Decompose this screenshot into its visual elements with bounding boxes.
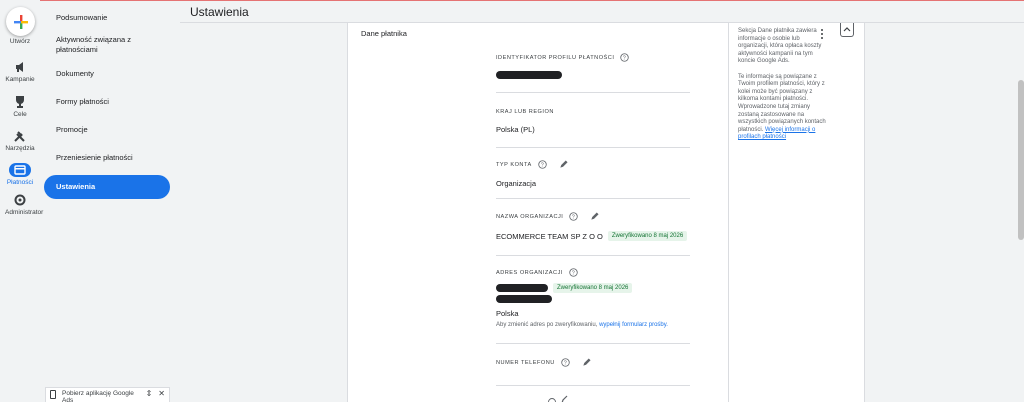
field-country: Kraj lub region Polska (PL) [496, 109, 692, 134]
gear-icon [14, 194, 26, 206]
trophy-icon [16, 96, 24, 108]
rail-item-admin[interactable]: Administrator [0, 193, 43, 217]
edit-icon[interactable] [582, 358, 591, 367]
address-country-value: Polska [496, 309, 519, 318]
field-divider [496, 343, 690, 344]
help-icon[interactable]: ? [538, 160, 547, 169]
address-change-note: Aby zmienić adres po zweryfikowaniu, wyp… [496, 322, 668, 328]
app-download-banner[interactable]: Pobierz aplikację Google Ads ⇕ ✕ [45, 387, 170, 402]
edit-icon[interactable] [559, 160, 568, 169]
field-divider [496, 255, 690, 256]
chevron-up-icon [843, 27, 851, 32]
card-title: Dane płatnika [361, 29, 407, 38]
payer-details-card: Dane płatnika Identyfikator profilu płat… [347, 23, 865, 402]
account-type-value: Organizacja [496, 179, 537, 188]
expand-toggle-icon[interactable]: ⇕ [146, 390, 153, 398]
nav-item-activity[interactable]: Aktywność związana z płatnościami [44, 35, 170, 55]
svg-text:?: ? [572, 215, 575, 221]
redacted-profile-id [496, 71, 562, 79]
nav-item-transfer[interactable]: Przeniesienie płatności [44, 153, 170, 163]
svg-text:?: ? [572, 271, 575, 277]
rail-item-goals[interactable]: Cele [0, 95, 40, 119]
redacted-address-line [496, 284, 548, 292]
payment-card-icon [9, 163, 31, 177]
verified-badge: Zweryfikowano 8 maj 2026 [553, 283, 633, 293]
help-icon[interactable]: ? [569, 212, 579, 221]
svg-text:?: ? [623, 56, 626, 62]
plus-icon [13, 14, 28, 29]
page-title: Ustawienia [190, 5, 249, 19]
svg-text:?: ? [540, 163, 543, 169]
billing-nav: Podsumowanie Aktywność związana z płatno… [40, 0, 180, 402]
field-profile-id: Identyfikator profilu płatności ? [496, 53, 692, 79]
country-value: Polska (PL) [496, 125, 535, 134]
verified-badge: Zweryfikowano 8 maj 2026 [607, 231, 688, 241]
field-divider [496, 385, 690, 386]
field-divider [496, 92, 690, 93]
rail-item-billing[interactable]: Płatności [0, 163, 40, 187]
rail-item-tools[interactable]: Narzędzia [0, 129, 40, 153]
request-form-link[interactable]: wypełnij formularz prośby. [599, 322, 668, 328]
field-org-address: Adres organizacji ? Zweryfikowano 8 maj … [496, 268, 692, 328]
edit-icon[interactable] [590, 212, 599, 221]
help-icon[interactable]: ? [561, 358, 570, 367]
field-org-name: Nazwa organizacji ? ECOMMERCE TEAM SP Z … [496, 212, 692, 241]
megaphone-icon [16, 62, 23, 72]
help-divider [728, 23, 729, 402]
field-divider [496, 147, 690, 148]
help-panel: Sekcja Dane płatnika zawiera informacje … [738, 28, 826, 141]
rail-create-label: Utwórz [9, 38, 31, 45]
rail-item-campaigns[interactable]: Kampanie [0, 60, 40, 84]
nav-item-documents[interactable]: Dokumenty [44, 69, 170, 79]
nav-item-summary[interactable]: Podsumowanie [44, 13, 170, 23]
close-icon[interactable]: ✕ [158, 390, 165, 398]
nav-item-payment-methods[interactable]: Formy płatności [44, 97, 170, 107]
collapse-icon[interactable] [840, 23, 854, 37]
nav-item-promotions[interactable]: Promocje [44, 125, 170, 135]
scrollbar[interactable] [1018, 80, 1024, 240]
org-name-value: ECOMMERCE TEAM SP Z O O [496, 231, 603, 241]
field-phone: Numer telefonu ? [496, 358, 692, 367]
tools-icon [14, 131, 25, 142]
help-icon[interactable]: ? [569, 268, 578, 277]
redacted-address-line [496, 295, 552, 303]
phone-icon [50, 390, 56, 399]
help-icon[interactable]: ? [620, 53, 630, 62]
nav-item-settings[interactable]: Ustawienia [44, 175, 170, 199]
left-rail: Utwórz Kampanie Cele Narzędzia Płatności… [0, 0, 43, 402]
create-button[interactable] [6, 7, 35, 36]
field-account-type: Typ konta ? Organizacja [496, 160, 692, 188]
svg-text:?: ? [564, 361, 567, 367]
field-divider [496, 198, 690, 199]
more-vert-icon[interactable] [818, 28, 826, 40]
partial-icons [548, 395, 568, 402]
